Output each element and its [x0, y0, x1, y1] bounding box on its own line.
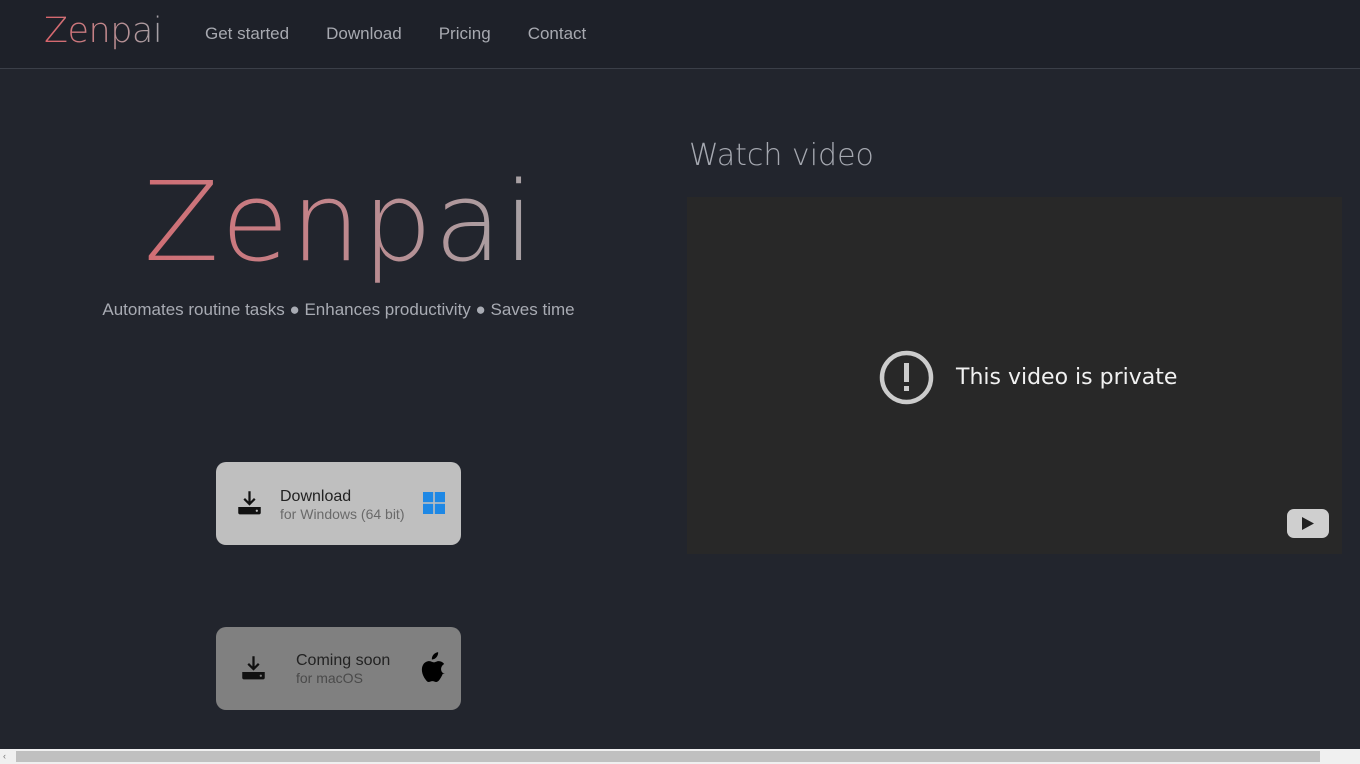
- apple-logo-icon: [421, 652, 445, 683]
- download-icon: [238, 491, 261, 515]
- download-mac-text: Coming soon for macOS: [296, 652, 390, 686]
- nav-link-download[interactable]: Download: [326, 24, 402, 44]
- tagline: Automates routine tasks ● Enhances produ…: [102, 300, 575, 319]
- video-private-text: This video is private: [956, 365, 1178, 390]
- alert-circle-icon: [879, 350, 934, 405]
- nav-links: Get started Download Pricing Contact: [205, 24, 586, 44]
- download-windows-text: Download for Windows (64 bit): [280, 488, 404, 522]
- navbar: Zenpai Get started Download Pricing Cont…: [0, 0, 1360, 69]
- download-windows-button[interactable]: Download for Windows (64 bit): [216, 462, 461, 545]
- watch-video-title: Watch video: [689, 138, 874, 173]
- nav-link-get-started[interactable]: Get started: [205, 24, 289, 44]
- video-player[interactable]: This video is private: [687, 197, 1342, 554]
- download-mac-sublabel: for macOS: [296, 670, 363, 686]
- download-windows-sublabel: for Windows (64 bit): [280, 506, 405, 522]
- hero-title-text: Zenpai: [143, 158, 537, 286]
- scroll-left-arrow-icon[interactable]: ‹: [3, 751, 11, 762]
- video-private-message: This video is private: [879, 350, 1177, 405]
- hero-title: Zenpai: [0, 162, 680, 283]
- horizontal-scrollbar[interactable]: ‹: [0, 749, 1360, 764]
- download-mac-label: Coming soon: [296, 652, 391, 669]
- youtube-play-icon: [1302, 517, 1314, 530]
- download-icon: [242, 656, 265, 680]
- download-windows-label: Download: [280, 488, 352, 505]
- nav-link-contact[interactable]: Contact: [528, 24, 587, 44]
- nav-link-pricing[interactable]: Pricing: [439, 24, 491, 44]
- scrollbar-thumb[interactable]: [16, 751, 1320, 762]
- youtube-play-button[interactable]: [1287, 509, 1329, 538]
- download-mac-button[interactable]: Coming soon for macOS: [216, 627, 461, 710]
- brand-logo[interactable]: Zenpai: [44, 11, 163, 51]
- windows-logo-icon: [423, 492, 445, 514]
